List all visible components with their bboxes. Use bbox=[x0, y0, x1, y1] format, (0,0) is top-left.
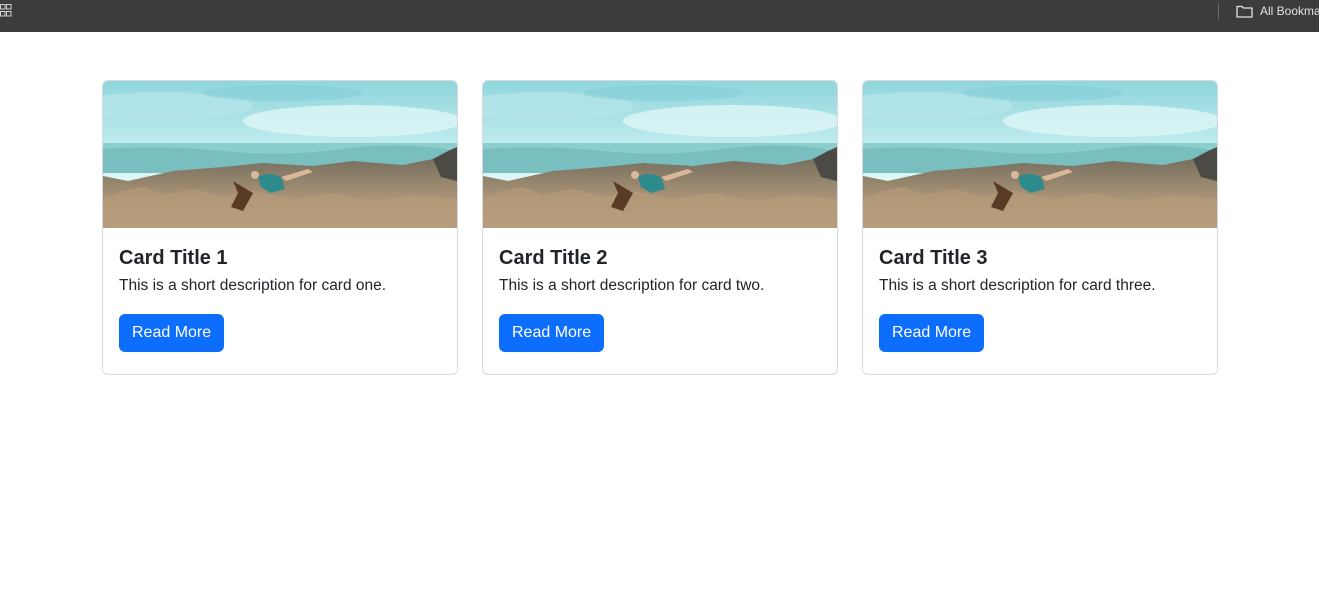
card-description: This is a short description for card two… bbox=[499, 277, 765, 294]
all-bookmarks-button[interactable]: All Bookma bbox=[1236, 2, 1319, 20]
card-body: Card Title 3 This is a short description… bbox=[863, 228, 1217, 352]
read-more-button[interactable]: Read More bbox=[499, 314, 605, 352]
card-image bbox=[103, 81, 457, 228]
all-bookmarks-label: All Bookma bbox=[1260, 4, 1319, 18]
bookmarks-divider bbox=[1218, 3, 1219, 19]
card-description: This is a short description for card thr… bbox=[879, 277, 1156, 294]
card-title: Card Title 3 bbox=[879, 247, 988, 269]
read-more-button[interactable]: Read More bbox=[879, 314, 985, 352]
folder-icon bbox=[1236, 5, 1253, 18]
cards-row: Card Title 1 This is a short description… bbox=[102, 80, 1218, 375]
read-more-button[interactable]: Read More bbox=[119, 314, 225, 352]
bookmarks-bar: All Bookma bbox=[0, 0, 1319, 32]
card-body: Card Title 2 This is a short description… bbox=[483, 228, 837, 352]
card-description: This is a short description for card one… bbox=[119, 277, 387, 294]
apps-grid-icon[interactable] bbox=[0, 4, 12, 18]
card-body: Card Title 1 This is a short description… bbox=[103, 228, 457, 352]
card-1: Card Title 1 This is a short description… bbox=[102, 80, 458, 375]
card-3: Card Title 3 This is a short description… bbox=[862, 80, 1218, 375]
card-image bbox=[483, 81, 837, 228]
card-image bbox=[863, 81, 1217, 228]
card-2: Card Title 2 This is a short description… bbox=[482, 80, 838, 375]
card-title: Card Title 2 bbox=[499, 247, 608, 269]
card-title: Card Title 1 bbox=[119, 247, 228, 269]
